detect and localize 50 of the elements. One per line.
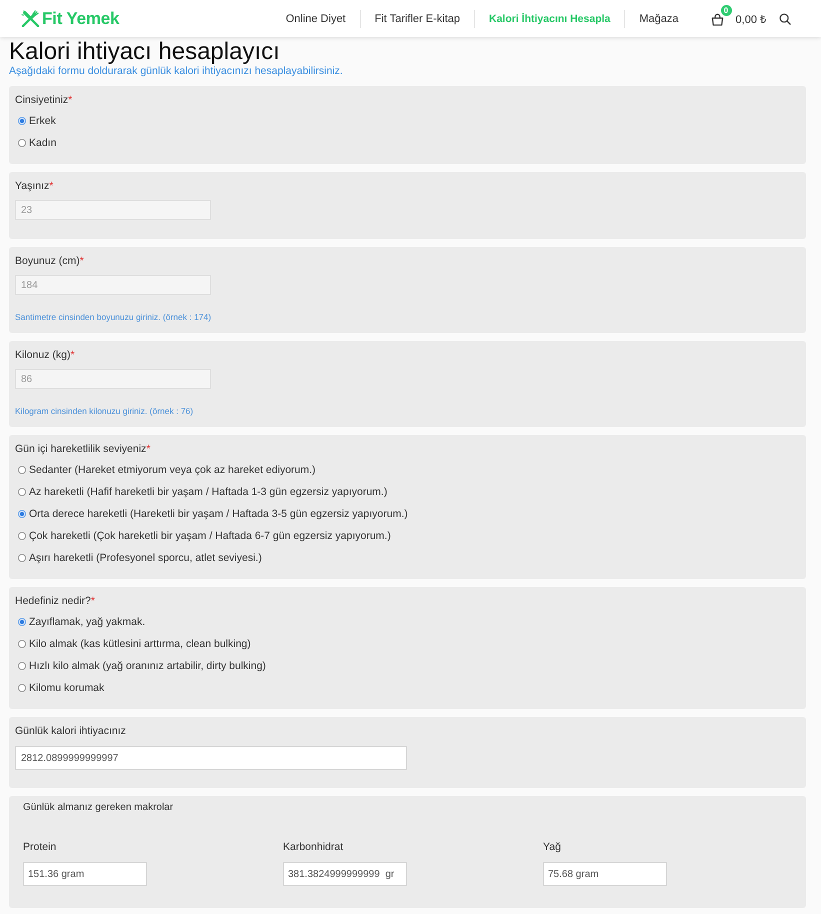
result-field[interactable]: 151.36 gram: [23, 862, 147, 886]
radio-icon[interactable]: [18, 488, 26, 496]
nav-link[interactable]: Online Diyet: [286, 12, 346, 24]
radio-option[interactable]: Kadın: [15, 132, 800, 154]
search-icon[interactable]: [779, 12, 791, 24]
cart-button[interactable]: [710, 12, 724, 26]
page-title: Kalori ihtiyacı hesaplayıcı: [9, 39, 281, 65]
radio-option[interactable]: Aşırı hareketli (Profesyonel sporcu, atlet seviyesi.): [15, 547, 800, 569]
result-field[interactable]: 75.68 gram: [543, 862, 667, 886]
help-text: Kilogram cinsinden kilonuzu giriniz. (örnek : 76): [15, 405, 194, 418]
help-text: Santimetre cinsinden boyunuzu giriniz. (örnek : 174): [15, 311, 212, 324]
radio-option[interactable]: Zayıflamak, yağ yakmak.: [15, 611, 800, 633]
radio-option[interactable]: Orta derece hareketli (Hareketli bir yaşam / Haftada 3-5 gün egzersiz yapıyorum.): [15, 503, 800, 525]
result-field[interactable]: 381.3824999999999 gr: [283, 862, 407, 886]
field-label: Yaşınız*: [15, 179, 54, 193]
field-label: Gün içi hareketlilik seviyeniz*: [15, 442, 152, 456]
radio-icon[interactable]: [18, 554, 26, 562]
radio-option[interactable]: Sedanter (Hareket etmiyorum veya çok az hareket ediyorum.): [15, 459, 800, 481]
fork-knife-icon: [21, 10, 40, 27]
nav-link[interactable]: Mağaza: [639, 12, 679, 24]
radio-icon[interactable]: [18, 139, 26, 147]
field-label: Cinsiyetiniz*: [15, 93, 74, 107]
nav-link[interactable]: Fit Tarifler E-kitap: [374, 12, 460, 24]
radio-option[interactable]: Kilomu korumak: [15, 677, 800, 699]
radio-icon[interactable]: [18, 117, 26, 125]
cart-count-badge: 0: [720, 4, 732, 16]
radio-icon[interactable]: [18, 510, 26, 518]
radio-icon[interactable]: [18, 640, 26, 648]
field-label: Karbonhidrat: [283, 840, 344, 854]
field-label: Kilonuz (kg)*: [15, 348, 76, 362]
radio-icon[interactable]: [18, 532, 26, 540]
radio-option[interactable]: Hızlı kilo almak (yağ oranınız artabilir, dirty bulking): [15, 655, 800, 677]
radio-icon[interactable]: [18, 662, 26, 670]
cart-total: 0,00 ₺: [736, 13, 766, 26]
result-field[interactable]: 2812.0899999999997: [15, 746, 407, 770]
radio-option[interactable]: Az hareketli (Hafif hareketli bir yaşam / Haftada 1-3 gün egzersiz yapıyorum.): [15, 481, 800, 503]
radio-icon[interactable]: [18, 618, 26, 626]
field-label: Boyunuz (cm)*: [15, 254, 85, 268]
intro-text: Aşağıdaki formu doldurarak günlük kalori ihtiyacınızı hesaplayabilirsiniz.: [9, 65, 344, 78]
radio-option[interactable]: Kilo almak (kas kütlesini arttırma, clean bulking): [15, 633, 800, 655]
radio-option[interactable]: Erkek: [15, 110, 800, 132]
radio-icon[interactable]: [18, 466, 26, 474]
field-label: Yağ: [543, 840, 562, 854]
section-heading: Günlük almanız gereken makrolar: [23, 802, 174, 814]
shopping-bag-icon: [710, 12, 724, 26]
field-label: Protein: [23, 840, 58, 854]
radio-option[interactable]: Çok hareketli (Çok hareketli bir yaşam / Haftada 6-7 gün egzersiz yapıyorum.): [15, 525, 800, 547]
field-label: Hedefiniz nedir?*: [15, 594, 96, 608]
field-label: Günlük kalori ihtiyacınız: [15, 724, 127, 738]
radio-icon[interactable]: [18, 684, 26, 692]
